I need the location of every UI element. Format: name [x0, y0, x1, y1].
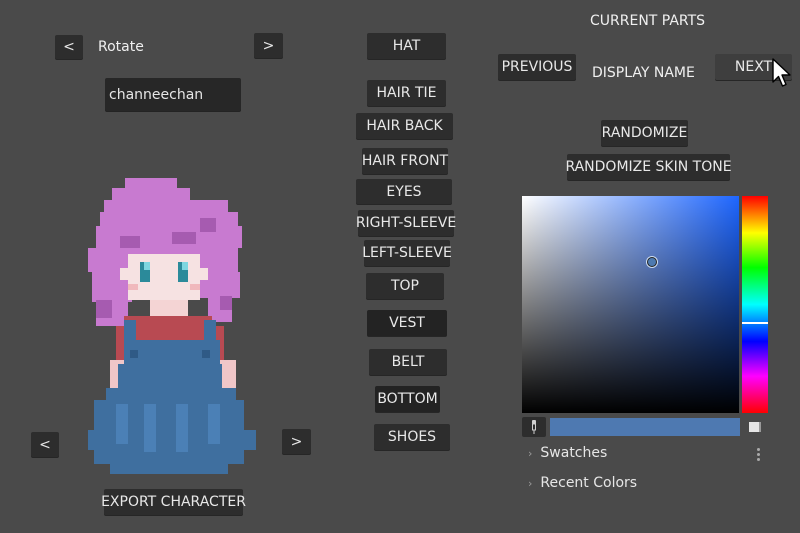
chevron-right-icon: › — [528, 476, 533, 490]
part-right-sleeve-button[interactable]: RIGHT-SLEEVE — [356, 210, 456, 236]
part-top-button[interactable]: TOP — [366, 273, 444, 299]
part-eyes-button[interactable]: EYES — [356, 179, 452, 204]
randomize-button[interactable]: RANDOMIZE — [601, 120, 688, 146]
previous-part-button[interactable]: PREVIOUS — [498, 54, 576, 80]
swatches-section[interactable]: › Swatches — [528, 445, 607, 461]
dress-pixels — [88, 320, 256, 474]
eyedropper-button[interactable] — [522, 417, 546, 437]
part-hair-back-button[interactable]: HAIR BACK — [356, 113, 453, 139]
part-left-sleeve-button[interactable]: LEFT-SLEEVE — [362, 240, 452, 266]
face-pixels — [128, 254, 200, 300]
part-belt-button[interactable]: BELT — [369, 349, 447, 375]
hue-slider-marker[interactable] — [742, 322, 768, 324]
part-vest-button[interactable]: VEST — [367, 310, 447, 336]
color-saturation-value-area[interactable] — [522, 196, 739, 413]
current-parts-title: CURRENT PARTS — [590, 13, 706, 29]
hue-slider[interactable] — [742, 196, 768, 413]
chevron-right-icon: › — [528, 446, 533, 460]
preview-prev-button[interactable]: < — [31, 432, 59, 457]
eyedropper-icon — [532, 420, 536, 434]
color-picker-cursor[interactable] — [647, 257, 657, 267]
part-bottom-button[interactable]: BOTTOM — [375, 386, 440, 412]
swatch-mode-button[interactable] — [749, 421, 763, 433]
current-color-preview[interactable] — [550, 418, 740, 436]
preview-next-button[interactable]: > — [282, 429, 311, 454]
recent-colors-label: Recent Colors — [540, 475, 638, 491]
part-hair-tie-button[interactable]: HAIR TIE — [367, 80, 446, 106]
display-name-label: DISPLAY NAME — [592, 65, 695, 81]
part-hat-button[interactable]: HAT — [367, 33, 446, 59]
part-hair-front-button[interactable]: HAIR FRONT — [362, 148, 448, 174]
kebab-menu-icon[interactable] — [753, 445, 763, 463]
part-shoes-button[interactable]: SHOES — [374, 424, 450, 450]
mouse-pointer-icon — [772, 58, 791, 87]
swatch-mode-icon — [749, 422, 761, 432]
recent-colors-section[interactable]: › Recent Colors — [528, 475, 637, 491]
randomize-skin-tone-button[interactable]: RANDOMIZE SKIN TONE — [565, 154, 732, 180]
export-character-button[interactable]: EXPORT CHARACTER — [101, 489, 246, 515]
swatches-label: Swatches — [540, 445, 608, 461]
